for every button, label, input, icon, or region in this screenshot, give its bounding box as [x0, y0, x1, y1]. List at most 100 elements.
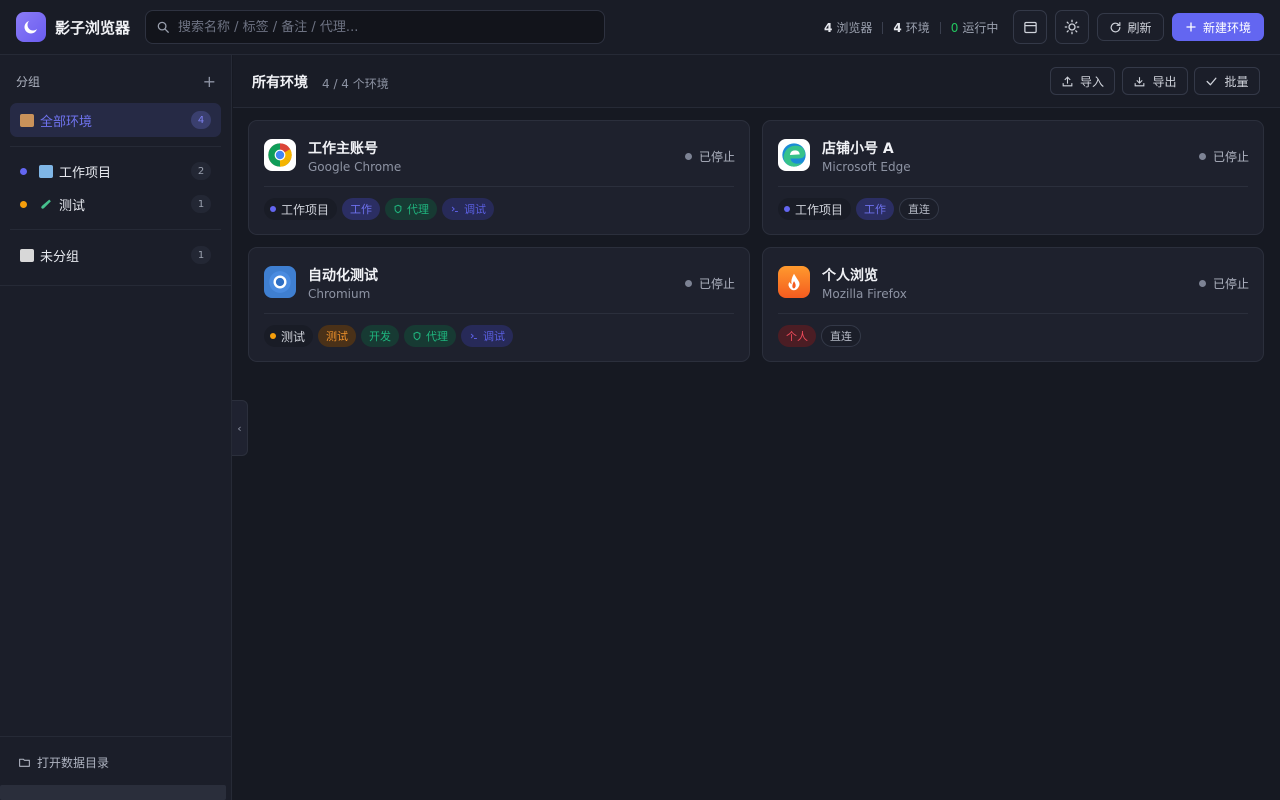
- status-dot: [684, 153, 692, 160]
- plus-icon: [1186, 22, 1196, 32]
- firefox-icon: [778, 266, 810, 298]
- tag-list: 工作项目 工作 直连: [778, 198, 940, 220]
- chrome-icon: [264, 139, 296, 171]
- search-box[interactable]: [145, 10, 605, 44]
- app-logo: [16, 12, 46, 42]
- tag-label: 调试: [464, 203, 487, 216]
- status-dot: [684, 280, 692, 287]
- sidebar-divider: [0, 285, 232, 286]
- clipboard-icon: [20, 248, 34, 262]
- new-environment-label: 新建环境: [1202, 20, 1251, 35]
- sidebar-item-label: 工作项目: [59, 165, 112, 181]
- sidebar-divider: [0, 736, 232, 737]
- sidebar: 分组 + 全部环境 4 工作项目 2 测试 1 未分组 1 打开数据目录: [0, 55, 232, 800]
- sidebar-item-count: 1: [191, 246, 211, 264]
- refresh-label: 刷新: [1127, 20, 1152, 35]
- sidebar-item-count: 4: [191, 111, 211, 129]
- environment-name: 店铺小号 A: [822, 141, 894, 157]
- app-title: 影子浏览器: [55, 19, 131, 37]
- sidebar-item-all-environments[interactable]: 全部环境 4: [10, 103, 221, 137]
- status-label: 已停止: [1212, 277, 1249, 291]
- group-color-dot: [270, 333, 276, 339]
- tag-badge: 个人: [778, 325, 816, 347]
- card-divider: [778, 313, 1248, 314]
- export-button[interactable]: 导出: [1122, 67, 1188, 95]
- browser-count-label: 浏览器: [836, 21, 873, 35]
- sidebar-divider: [10, 146, 221, 147]
- browser-type: Chromium: [308, 287, 371, 301]
- environment-card[interactable]: 工作主账号 Google Chrome 已停止 工作项目 工作 代理 调试: [248, 120, 750, 235]
- sidebar-item-ungrouped[interactable]: 未分组 1: [10, 238, 221, 272]
- chevron-left-icon: ‹: [237, 421, 242, 435]
- env-count: 4: [893, 20, 902, 35]
- batch-button[interactable]: 批量: [1194, 67, 1260, 95]
- sidebar-item-count: 2: [191, 162, 211, 180]
- folder-outline-icon: [19, 758, 30, 767]
- sun-icon: [1064, 19, 1080, 35]
- group-badge: 工作项目: [264, 198, 338, 220]
- chromium-icon: [264, 266, 296, 298]
- export-label: 导出: [1152, 74, 1177, 89]
- environment-status: 已停止: [1198, 148, 1249, 165]
- status-dot: [1198, 153, 1206, 160]
- browser-type: Microsoft Edge: [822, 160, 911, 174]
- tag-label: 开发: [369, 330, 392, 343]
- group-color-dot: [270, 206, 276, 212]
- tag-badge: 工作: [342, 198, 381, 220]
- open-data-dir-label: 打开数据目录: [37, 756, 110, 770]
- group-color-dot: [20, 200, 27, 208]
- tag-badge: 调试: [461, 325, 514, 347]
- environment-status: 已停止: [684, 275, 735, 292]
- search-input[interactable]: [178, 19, 604, 35]
- moon-icon: [24, 21, 37, 34]
- batch-label: 批量: [1224, 74, 1249, 89]
- tag-badge: 测试: [318, 325, 357, 347]
- refresh-icon: [1111, 21, 1121, 32]
- page-title: 所有环境: [252, 75, 308, 91]
- group-badge-label: 测试: [281, 329, 306, 344]
- refresh-button[interactable]: 刷新: [1097, 13, 1164, 41]
- tag-badge: 工作: [856, 198, 895, 220]
- tag-badge: 代理: [404, 325, 457, 347]
- environment-status: 已停止: [1198, 275, 1249, 292]
- group-color-dot: [784, 206, 790, 212]
- sidebar-scrollbar[interactable]: [0, 785, 226, 800]
- group-badge: 工作项目: [778, 198, 852, 220]
- environment-name: 个人浏览: [822, 268, 878, 284]
- shield-icon: [413, 331, 421, 341]
- tag-badge: 直连: [821, 325, 861, 347]
- group-header: 分组 +: [16, 73, 216, 90]
- env-count-label: 环境: [905, 21, 930, 35]
- shield-icon: [394, 204, 402, 214]
- environment-card[interactable]: 自动化测试 Chromium 已停止 测试 测试 开发 代理 调试: [248, 247, 750, 362]
- theme-toggle-button[interactable]: [1055, 10, 1089, 44]
- sidebar-item-test[interactable]: 测试 1: [10, 187, 221, 221]
- office-building-icon: [39, 164, 53, 178]
- group-badge: 测试: [264, 325, 314, 347]
- tag-label: 直连: [830, 330, 852, 343]
- tag-label: 代理: [407, 203, 430, 216]
- open-data-dir-button[interactable]: 打开数据目录: [18, 754, 109, 771]
- terminal-icon: [451, 206, 458, 212]
- sidebar-divider: [10, 229, 221, 230]
- window-view-button[interactable]: [1013, 10, 1047, 44]
- sidebar-collapse-button[interactable]: ‹: [232, 400, 248, 456]
- environment-count-subtitle: 4 / 4 个环境: [322, 77, 389, 91]
- environment-status: 已停止: [684, 148, 735, 165]
- import-button[interactable]: 导入: [1050, 67, 1115, 95]
- tag-badge: 调试: [442, 198, 495, 220]
- new-environment-button[interactable]: 新建环境: [1172, 13, 1264, 41]
- tag-list: 测试 测试 开发 代理 调试: [264, 325, 514, 347]
- sidebar-item-work-project[interactable]: 工作项目 2: [10, 154, 221, 188]
- checkmark-icon: [1207, 77, 1217, 85]
- sidebar-item-label: 测试: [59, 198, 86, 214]
- add-group-icon[interactable]: +: [203, 73, 216, 89]
- edge-icon: [778, 139, 810, 171]
- sidebar-item-count: 1: [191, 195, 211, 213]
- status-label: 已停止: [698, 150, 735, 164]
- tag-badge: 代理: [385, 198, 438, 220]
- upload-icon: [1062, 75, 1073, 86]
- environment-card[interactable]: 个人浏览 Mozilla Firefox 已停止 个人 直连: [762, 247, 1264, 362]
- tag-label: 测试: [326, 330, 349, 343]
- environment-card[interactable]: 店铺小号 A Microsoft Edge 已停止 工作项目 工作 直连: [762, 120, 1264, 235]
